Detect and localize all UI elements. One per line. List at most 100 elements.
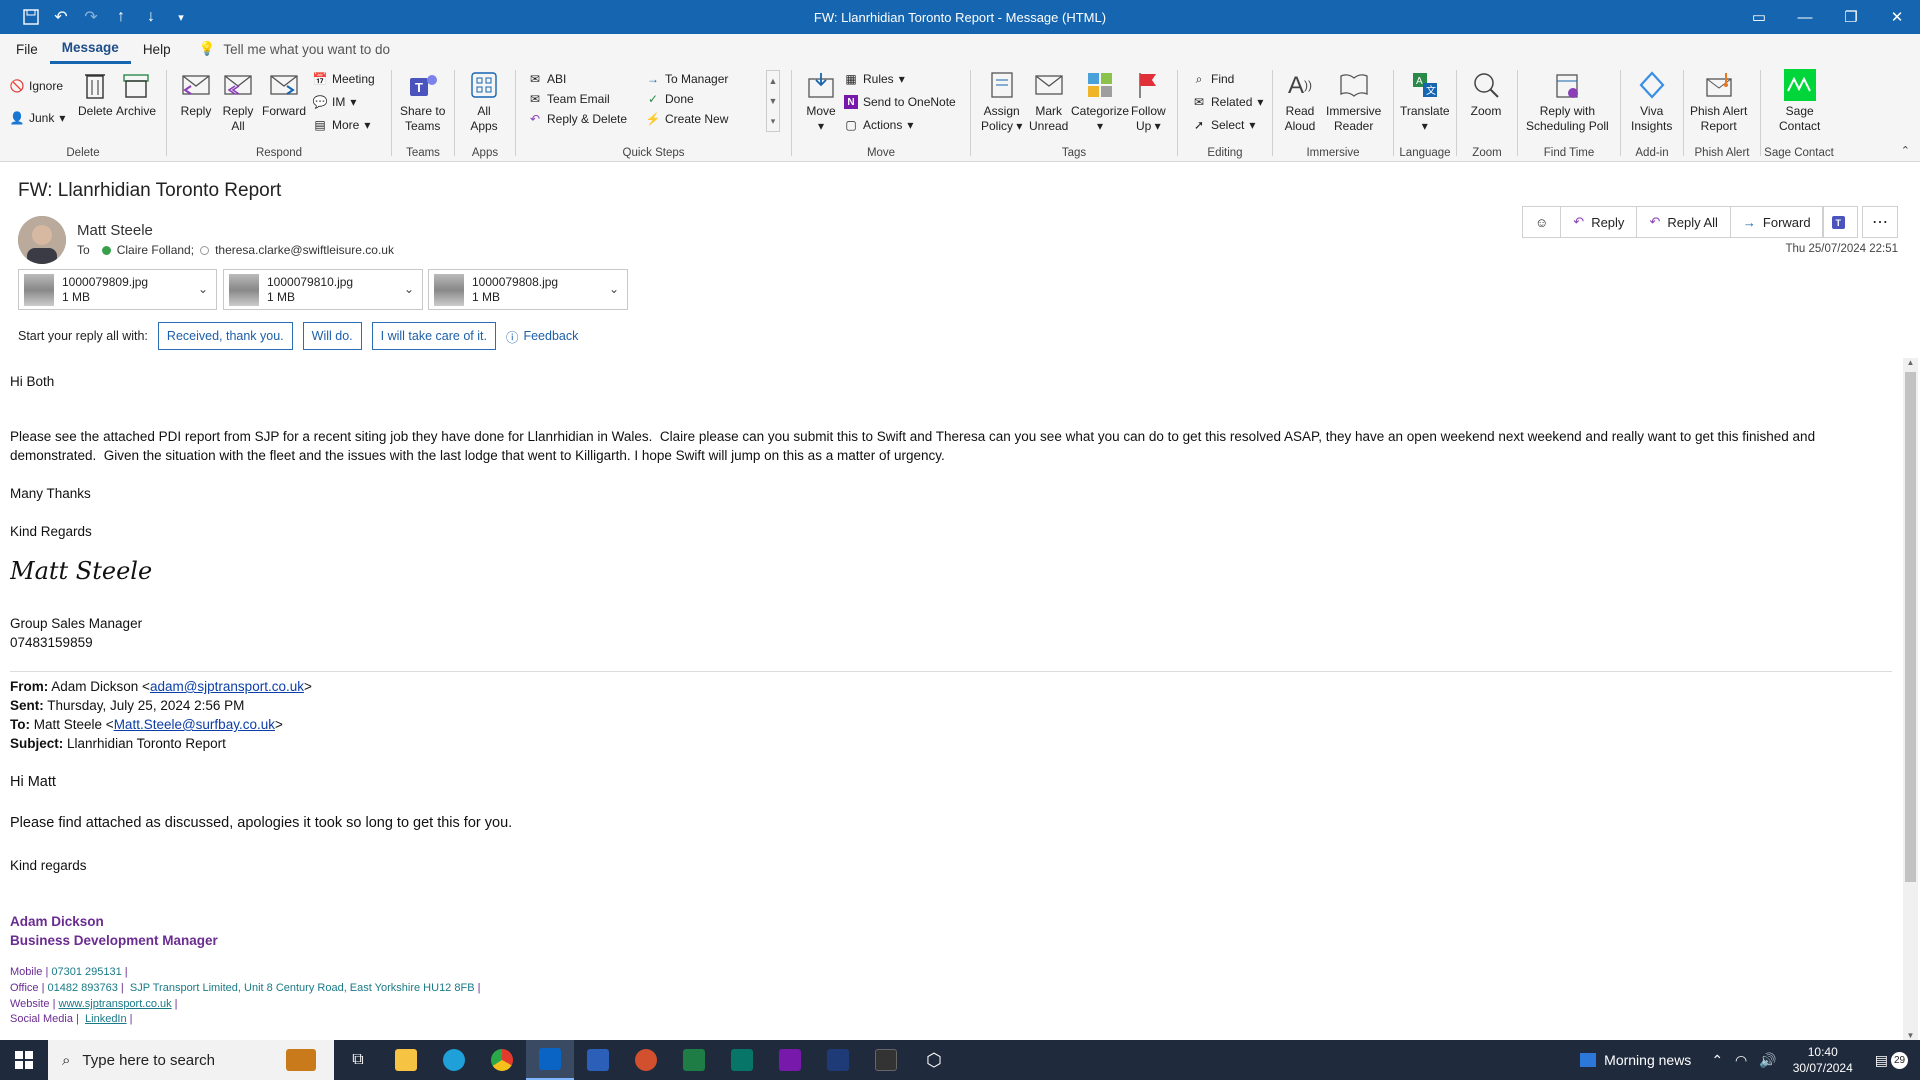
previous-item-icon[interactable]: ↑ xyxy=(108,4,134,30)
teams-chat-button[interactable]: T xyxy=(1822,206,1858,238)
ignore-button[interactable]: 🚫 Ignore xyxy=(10,79,64,93)
related-button[interactable]: ✉ Related ▾ xyxy=(1192,95,1263,109)
rules-button[interactable]: ▦ Rules ▾ xyxy=(844,72,904,86)
select-button[interactable]: ➚ Select ▾ xyxy=(1192,118,1255,132)
suggested-reply-3[interactable]: I will take care of it. xyxy=(371,322,496,350)
customize-qat-icon[interactable]: ▾ xyxy=(168,4,194,30)
quickstep-to-manager[interactable]: → To Manager xyxy=(646,72,728,86)
all-apps-button[interactable]: All Apps xyxy=(467,68,501,134)
sage-contact-button[interactable]: Sage Contact xyxy=(1779,68,1820,134)
share-to-teams-button[interactable]: T Share to Teams xyxy=(400,68,445,134)
forward-button[interactable]: Forward xyxy=(262,68,306,119)
reply-action-button[interactable]: ↶ Reply xyxy=(1561,207,1638,237)
read-aloud-button[interactable]: A)) Read Aloud xyxy=(1283,68,1317,134)
powerpoint-icon[interactable] xyxy=(622,1040,670,1080)
chrome-icon[interactable] xyxy=(478,1040,526,1080)
attachment-2[interactable]: 1000079810.jpg 1 MB ⌄ xyxy=(223,269,423,310)
feedback-link[interactable]: ⓘ Feedback xyxy=(506,327,578,346)
task-view-icon[interactable]: ⧉ xyxy=(334,1040,382,1080)
forward-action-button[interactable]: → Forward xyxy=(1731,207,1823,237)
suggested-reply-2[interactable]: Will do. xyxy=(302,322,362,350)
im-button[interactable]: 💬 IM ▾ xyxy=(313,95,357,109)
3cx-icon[interactable] xyxy=(862,1040,910,1080)
scroll-up-icon[interactable]: ▲ xyxy=(1903,358,1918,367)
reply-all-button[interactable]: Reply All xyxy=(221,68,255,134)
sender-name[interactable]: Matt Steele xyxy=(77,222,153,239)
meeting-button[interactable]: 📅 Meeting xyxy=(313,72,375,86)
attachment-1[interactable]: 1000079809.jpg 1 MB ⌄ xyxy=(18,269,217,310)
delete-button[interactable]: Delete xyxy=(78,68,113,119)
edge-icon[interactable] xyxy=(430,1040,478,1080)
mark-unread-button[interactable]: Mark Unread xyxy=(1029,68,1068,134)
start-button[interactable] xyxy=(0,1040,48,1080)
minimize-button[interactable]: — xyxy=(1782,0,1828,34)
notifications-button[interactable]: ▤ 29 xyxy=(1863,1051,1920,1069)
news-widget[interactable]: Morning news xyxy=(1566,1052,1705,1068)
clock[interactable]: 10:40 30/07/2024 xyxy=(1783,1044,1863,1076)
collapse-ribbon-icon[interactable]: ⌃ xyxy=(1901,144,1910,157)
chevron-down-icon[interactable]: ⌄ xyxy=(404,282,414,296)
restore-button[interactable]: ❐ xyxy=(1828,0,1874,34)
outlook-icon[interactable] xyxy=(526,1040,574,1080)
linkedin-link[interactable]: LinkedIn xyxy=(85,1013,127,1025)
suggested-reply-1[interactable]: Received, thank you. xyxy=(157,322,293,350)
onenote-icon[interactable] xyxy=(766,1040,814,1080)
to-email-link[interactable]: Matt.Steele@surfbay.co.uk xyxy=(114,717,275,732)
save-icon[interactable] xyxy=(18,4,44,30)
next-item-icon[interactable]: ↓ xyxy=(138,4,164,30)
follow-up-button[interactable]: Follow Up ▾ xyxy=(1131,68,1166,134)
chevron-down-icon[interactable]: ⌄ xyxy=(198,282,208,296)
junk-button[interactable]: 👤 Junk ▾ xyxy=(10,111,66,125)
tell-me-search[interactable]: 💡 Tell me what you want to do xyxy=(199,41,390,57)
attachment-3[interactable]: 1000079808.jpg 1 MB ⌄ xyxy=(428,269,628,310)
ribbon-display-icon[interactable]: ▭ xyxy=(1736,0,1782,34)
quickstep-create-new[interactable]: ⚡ Create New xyxy=(646,112,729,126)
package-icon[interactable]: ⬡ xyxy=(910,1040,958,1080)
phish-alert-button[interactable]: Phish Alert Report xyxy=(1690,68,1747,134)
app-icon[interactable] xyxy=(814,1040,862,1080)
quickstep-done[interactable]: ✓ Done xyxy=(646,92,694,106)
scheduling-poll-button[interactable]: Reply with Scheduling Poll xyxy=(1526,68,1609,134)
reply-all-action-button[interactable]: ↶ Reply All xyxy=(1637,207,1731,237)
recipient-theresa[interactable]: theresa.clarke@swiftleisure.co.uk xyxy=(215,243,394,257)
publisher-icon[interactable] xyxy=(718,1040,766,1080)
from-email-link[interactable]: adam@sjptransport.co.uk xyxy=(150,679,304,694)
close-button[interactable]: ✕ xyxy=(1874,0,1920,34)
network-icon[interactable]: ◠ xyxy=(1729,1052,1753,1069)
undo-icon[interactable]: ↶ xyxy=(48,4,74,30)
find-button[interactable]: ⌕ Find xyxy=(1192,72,1235,87)
viva-insights-button[interactable]: Viva Insights xyxy=(1631,68,1672,134)
categorize-button[interactable]: Categorize ▾ xyxy=(1071,68,1129,134)
chevron-down-icon[interactable]: ⌄ xyxy=(609,282,619,296)
emoji-react-button[interactable]: ☺ xyxy=(1523,207,1562,237)
send-to-onenote-button[interactable]: N Send to OneNote xyxy=(844,95,956,109)
tab-message[interactable]: Message xyxy=(49,34,131,64)
tab-help[interactable]: Help xyxy=(131,34,183,64)
recipient-claire[interactable]: Claire Folland; xyxy=(117,243,194,257)
scroll-down-icon[interactable]: ▼ xyxy=(1903,1031,1918,1040)
vertical-scrollbar[interactable]: ▲ ▼ xyxy=(1903,358,1918,1040)
reply-button[interactable]: Reply xyxy=(179,68,213,119)
move-button[interactable]: Move ▾ xyxy=(804,68,838,134)
excel-icon[interactable] xyxy=(670,1040,718,1080)
immersive-reader-button[interactable]: Immersive Reader xyxy=(1326,68,1381,134)
quickstep-reply-delete[interactable]: ↶ Reply & Delete xyxy=(528,112,627,126)
quickstep-team-email[interactable]: ✉ Team Email xyxy=(528,92,610,106)
redo-icon[interactable]: ↷ xyxy=(78,4,104,30)
zoom-button[interactable]: Zoom xyxy=(1469,68,1503,119)
more-actions-button[interactable]: ⋯ xyxy=(1862,206,1898,238)
taskbar-search[interactable]: ⌕ Type here to search xyxy=(48,1040,334,1080)
assign-policy-button[interactable]: Assign Policy ▾ xyxy=(981,68,1022,134)
word-icon[interactable] xyxy=(574,1040,622,1080)
more-respond-button[interactable]: ▤ More ▾ xyxy=(313,118,370,132)
quickstep-abi[interactable]: ✉ ABI xyxy=(528,72,566,86)
tab-file[interactable]: File xyxy=(4,34,50,64)
quicksteps-scroll[interactable]: ▲ ▼ ▾ xyxy=(766,70,780,132)
volume-icon[interactable]: 🔊 xyxy=(1753,1052,1782,1069)
file-explorer-icon[interactable] xyxy=(382,1040,430,1080)
website-link[interactable]: www.sjptransport.co.uk xyxy=(59,998,172,1010)
tray-overflow-icon[interactable]: ⌃ xyxy=(1705,1052,1729,1069)
archive-button[interactable]: Archive xyxy=(116,68,156,119)
translate-button[interactable]: A 文 Translate ▾ xyxy=(1400,68,1450,134)
scrollbar-thumb[interactable] xyxy=(1905,372,1916,882)
